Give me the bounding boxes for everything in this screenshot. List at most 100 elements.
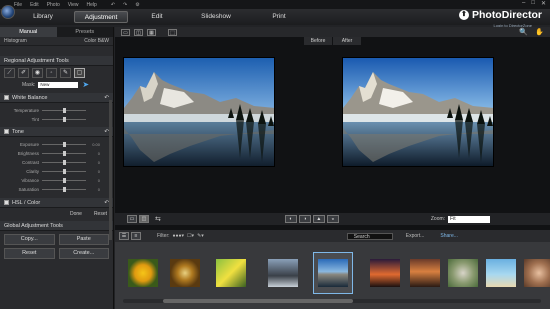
menu-view[interactable]: View [68, 2, 79, 8]
crop-icon[interactable]: ▢ [74, 68, 85, 78]
menu-edit[interactable]: Edit [30, 2, 39, 8]
tab-presets[interactable]: Presets [57, 27, 114, 37]
reset-button[interactable]: Reset [94, 211, 107, 217]
thumbnail-spiral[interactable] [165, 252, 205, 294]
thumbnail-beach[interactable] [481, 252, 521, 294]
share-button[interactable]: Share... [437, 233, 461, 239]
copy-button[interactable]: Copy... [4, 234, 55, 245]
hsl-header[interactable]: HSL / Color ↶ [0, 198, 113, 208]
histogram-header[interactable]: Histogram Color B&W [0, 37, 113, 46]
tab-slideshow[interactable]: Slideshow [196, 11, 236, 23]
slider-knob[interactable] [62, 108, 66, 113]
menu-file[interactable]: File [14, 2, 22, 8]
paste-button[interactable]: Paste [58, 234, 109, 245]
pen-icon[interactable]: ✎ [60, 68, 71, 78]
search-icon[interactable]: 🔍 [519, 28, 528, 36]
slider-track[interactable] [42, 160, 86, 165]
thumbnail-cat[interactable] [443, 252, 483, 294]
undo-icon[interactable]: ↶ [111, 2, 115, 8]
global-tools-header[interactable]: Global Adjustment Tools [0, 221, 113, 231]
export-button[interactable]: Export... [403, 233, 428, 239]
single-view-icon[interactable]: ▭ [121, 28, 130, 36]
slider-track[interactable] [42, 108, 86, 113]
fullscreen-icon[interactable]: ⬚ [168, 28, 177, 36]
before-label: Before [304, 37, 332, 45]
thumbnail-dock[interactable] [263, 252, 303, 294]
reset-all-button[interactable]: Reset [4, 248, 55, 259]
slider-track[interactable] [42, 187, 86, 192]
slider-track[interactable] [42, 169, 86, 174]
search-input[interactable]: Search [346, 232, 393, 240]
menu-photo[interactable]: Photo [47, 2, 60, 8]
filmstrip-scroll-handle[interactable] [163, 299, 353, 303]
minimize-icon[interactable]: – [522, 0, 525, 7]
filter-box-icon[interactable]: ☐▾ [187, 233, 194, 239]
thumbnail-coast[interactable] [405, 252, 445, 294]
tone-header[interactable]: Tone ↶ [0, 127, 113, 137]
slider-knob[interactable] [62, 187, 66, 192]
slider-knob[interactable] [62, 151, 66, 156]
spot-icon[interactable]: ◦ [46, 68, 57, 78]
mask-select[interactable]: New [38, 81, 79, 88]
slider-knob[interactable] [62, 178, 66, 183]
grid-view-icon[interactable]: ▦ [147, 28, 156, 36]
white-balance-checkbox[interactable] [4, 95, 9, 100]
maximize-icon[interactable]: □ [531, 0, 535, 7]
slider-knob[interactable] [62, 169, 66, 174]
slider-track[interactable] [42, 117, 86, 122]
filter-pen-icon[interactable]: ✎▾ [197, 233, 204, 239]
slider-knob[interactable] [62, 117, 66, 122]
slider-track[interactable] [42, 142, 86, 147]
redo-icon[interactable]: ↷ [123, 2, 127, 8]
create-preset-button[interactable]: Create... [58, 248, 109, 259]
done-button[interactable]: Done [70, 211, 82, 217]
swap-icon[interactable]: ⇆ [155, 215, 161, 223]
gradient-icon[interactable]: ⟋ [4, 68, 15, 78]
thumbnail-portrait[interactable] [519, 252, 550, 294]
before-photo[interactable] [123, 57, 275, 167]
white-balance-header[interactable]: White Balance ↶ [0, 93, 113, 103]
tab-adjustment[interactable]: Adjustment [74, 11, 128, 23]
histogram-color[interactable]: Color [84, 38, 96, 44]
slider-value: 0 [97, 160, 100, 165]
thumbnail-lake-selected[interactable] [313, 252, 353, 294]
hsl-checkbox[interactable] [4, 200, 9, 205]
thumb-view-icon[interactable]: ≡ [131, 232, 141, 240]
auto-tone-icon[interactable]: ◒ [326, 215, 339, 223]
tab-edit[interactable]: Edit [140, 11, 174, 23]
regional-tools-header[interactable]: Regional Adjustment Tools [0, 56, 113, 66]
adjustment-panel: Manual Presets Histogram Color B&W Regio… [0, 27, 114, 309]
hand-icon[interactable]: ✋ [535, 28, 544, 36]
single-compare-icon[interactable]: ▭ [127, 215, 137, 223]
thumbnail-sunflower[interactable] [123, 252, 163, 294]
list-view-icon[interactable]: ☰ [119, 232, 129, 240]
filter-dots-icon[interactable]: ●●●▾ [173, 233, 185, 239]
slider-label: Clarity [26, 169, 39, 174]
eye-icon[interactable]: ◉ [32, 68, 43, 78]
menu-help[interactable]: Help [87, 2, 97, 8]
thumbnail-flowers[interactable] [211, 252, 251, 294]
tab-print[interactable]: Print [264, 11, 294, 23]
side-by-side-icon[interactable]: ◫ [139, 215, 149, 223]
panel-scrollbar[interactable] [109, 100, 112, 240]
tab-manual[interactable]: Manual [0, 27, 57, 37]
brush-icon[interactable]: ✐ [18, 68, 29, 78]
slider-knob[interactable] [62, 160, 66, 165]
close-icon[interactable]: ✕ [541, 0, 546, 7]
rotate-left-icon[interactable]: ◐ [284, 215, 297, 223]
slider-track[interactable] [42, 178, 86, 183]
histogram-bw[interactable]: B&W [98, 38, 109, 44]
zoom-select[interactable]: Fit [448, 215, 491, 223]
slider-track[interactable] [42, 151, 86, 156]
tab-library[interactable]: Library [20, 11, 66, 23]
gear-icon[interactable]: ⚙ [135, 2, 139, 8]
tone-slider-row: Vibrance 0 [0, 176, 113, 185]
slider-knob[interactable] [62, 142, 66, 147]
flag-icon[interactable]: ▲ [312, 215, 325, 223]
thumbnail-sunset[interactable] [365, 252, 405, 294]
tone-checkbox[interactable] [4, 129, 9, 134]
after-photo[interactable] [342, 57, 494, 167]
filmstrip-scrollbar[interactable] [123, 299, 541, 303]
compare-view-icon[interactable]: ◫ [134, 28, 143, 36]
rotate-right-icon[interactable]: ◑ [298, 215, 311, 223]
